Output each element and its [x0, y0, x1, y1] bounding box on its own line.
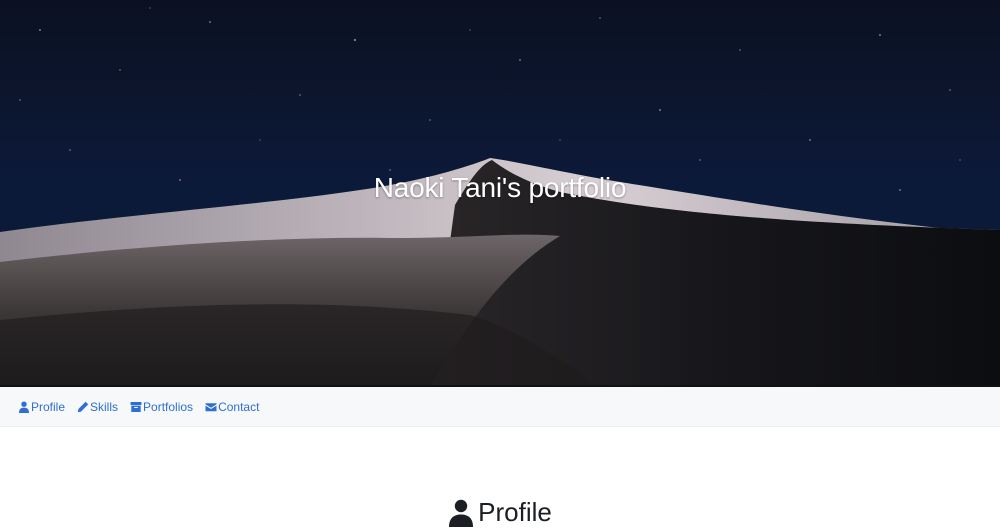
pencil-icon — [77, 401, 89, 413]
section-title-profile: Profile — [0, 497, 1000, 528]
user-icon — [448, 499, 474, 527]
nav-link-contact[interactable]: Contact — [205, 400, 259, 414]
archive-icon — [130, 401, 142, 413]
main-content: Profile — [0, 427, 1000, 530]
hero-title: Naoki Tani's portfolio — [373, 172, 627, 203]
nav-link-portfolios[interactable]: Portfolios — [130, 400, 193, 414]
section-title-label: Profile — [478, 497, 552, 527]
envelope-icon — [205, 401, 217, 413]
nav-link-label: Portfolios — [143, 399, 194, 414]
navbar: Profile Skills Portfolios Contact — [0, 387, 1000, 427]
nav-link-label: Profile — [31, 399, 66, 414]
nav-link-label: Contact — [218, 399, 260, 414]
hero-divider — [0, 385, 1000, 387]
nav-link-skills[interactable]: Skills — [77, 400, 118, 414]
user-icon — [18, 401, 30, 413]
nav-link-profile[interactable]: Profile — [18, 400, 65, 414]
nav-link-label: Skills — [90, 399, 119, 414]
hero-banner: Naoki Tani's portfolio — [0, 0, 1000, 387]
